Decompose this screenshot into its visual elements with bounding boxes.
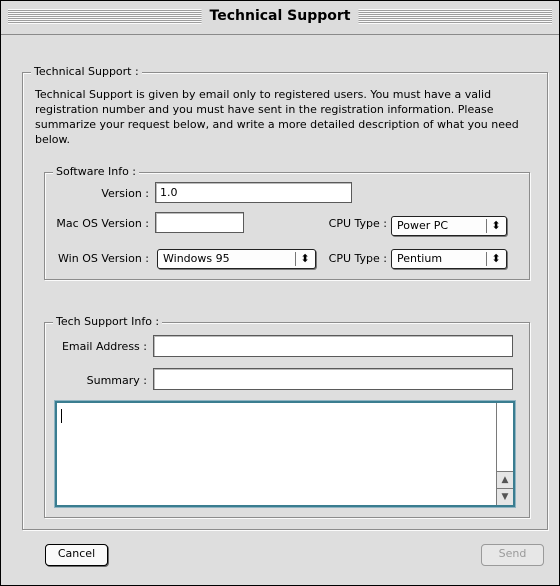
vertical-scrollbar[interactable]: ▲ ▼ bbox=[496, 403, 513, 505]
email-address-field[interactable] bbox=[153, 335, 513, 357]
up-down-arrows-icon: ⬍ bbox=[491, 219, 501, 232]
tech-support-info-legend: Tech Support Info : bbox=[53, 315, 163, 329]
popup-divider bbox=[486, 219, 487, 233]
up-down-arrows-icon: ⬍ bbox=[491, 252, 501, 265]
win-os-version-popup[interactable]: Windows 95 ⬍ bbox=[157, 249, 316, 269]
software-info-legend: Software Info : bbox=[53, 165, 140, 179]
version-field[interactable]: 1.0 bbox=[155, 182, 352, 203]
cpu-type-win-label: CPU Type : bbox=[328, 252, 387, 265]
cpu-type-mac-value: Power PC bbox=[397, 219, 449, 232]
summary-field[interactable] bbox=[153, 368, 513, 390]
mac-os-version-field[interactable] bbox=[155, 212, 244, 233]
details-textarea[interactable]: ▲ ▼ bbox=[55, 401, 515, 507]
cpu-type-mac-popup[interactable]: Power PC ⬍ bbox=[391, 216, 507, 236]
scroll-down-arrow-icon[interactable]: ▼ bbox=[497, 488, 513, 505]
version-label: Version : bbox=[101, 187, 149, 200]
send-button[interactable]: Send bbox=[481, 544, 544, 566]
up-down-arrows-icon: ⬍ bbox=[300, 252, 310, 265]
scroll-up-arrow-icon[interactable]: ▲ bbox=[497, 471, 513, 488]
cpu-type-mac-label: CPU Type : bbox=[328, 217, 387, 230]
mac-os-version-label: Mac OS Version : bbox=[56, 217, 149, 230]
win-os-version-value: Windows 95 bbox=[163, 252, 230, 265]
technical-support-legend: Technical Support : bbox=[31, 65, 142, 79]
technical-support-dialog: Technical Support Technical Support : Te… bbox=[0, 0, 560, 586]
popup-divider bbox=[295, 252, 296, 266]
support-description: Technical Support is given by email only… bbox=[35, 88, 519, 146]
title-bar[interactable]: Technical Support bbox=[1, 1, 559, 35]
summary-label: Summary : bbox=[86, 374, 147, 387]
cpu-type-win-popup[interactable]: Pentium ⬍ bbox=[391, 249, 507, 269]
win-os-version-label: Win OS Version : bbox=[58, 252, 149, 265]
email-address-label: Email Address : bbox=[61, 340, 147, 353]
popup-divider bbox=[486, 252, 487, 266]
cancel-button[interactable]: Cancel bbox=[45, 544, 108, 566]
cpu-type-win-value: Pentium bbox=[397, 252, 443, 265]
text-caret bbox=[61, 409, 62, 423]
window-title: Technical Support bbox=[201, 6, 359, 27]
